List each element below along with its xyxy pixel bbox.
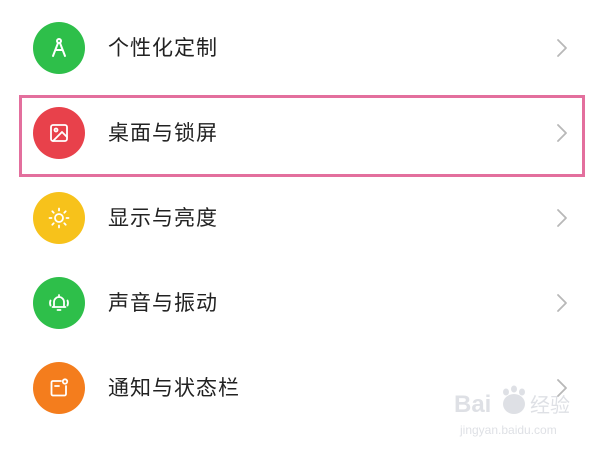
chevron-right-icon	[552, 123, 572, 143]
chevron-right-icon	[552, 38, 572, 58]
image-icon	[33, 107, 85, 159]
chevron-right-icon	[552, 208, 572, 228]
settings-item-label: 个性化定制	[108, 36, 218, 60]
bell-vibrate-icon	[33, 277, 85, 329]
settings-item-desktop-lockscreen[interactable]: 桌面与锁屏	[0, 90, 600, 176]
svg-text:jingyan.baidu.com: jingyan.baidu.com	[459, 423, 557, 437]
svg-text:经验: 经验	[530, 393, 570, 417]
svg-text:Bai: Bai	[454, 391, 491, 418]
baidu-jingyan-watermark-logo: Bai 经验 jingyan.baidu.com	[450, 382, 590, 442]
settings-item-personalization[interactable]: 个性化定制	[0, 5, 600, 91]
notification-icon	[33, 362, 85, 414]
settings-item-display-brightness[interactable]: 显示与亮度	[0, 175, 600, 261]
settings-item-sound-vibration[interactable]: 声音与振动	[0, 260, 600, 346]
settings-item-label: 通知与状态栏	[108, 376, 240, 400]
settings-item-label: 桌面与锁屏	[108, 121, 218, 145]
chevron-right-icon	[552, 293, 572, 313]
compass-icon	[33, 22, 85, 74]
settings-item-label: 显示与亮度	[108, 206, 218, 230]
settings-item-label: 声音与振动	[108, 291, 218, 315]
settings-screen: 个性化定制 桌面与锁屏 显示与亮度 声音与振动 通知与状态栏 Bai 经验 ji…	[0, 0, 600, 450]
sun-icon	[33, 192, 85, 244]
